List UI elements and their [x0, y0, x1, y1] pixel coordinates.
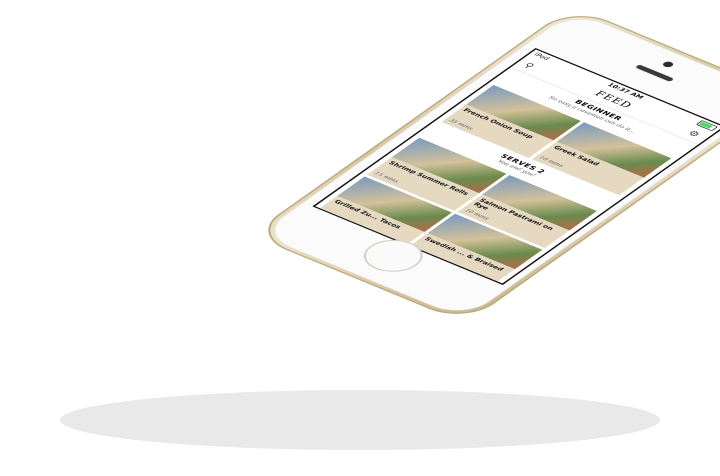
recipe-time: 35 mins	[447, 117, 475, 131]
device-mockup: iPod 10:37 AM ⚲ FEED ⚙ BEGINNER So easy …	[0, 0, 720, 476]
recipe-time: 10 mins	[537, 155, 566, 169]
recipe-time: 20 mins	[318, 209, 346, 223]
front-camera-icon	[660, 60, 676, 69]
